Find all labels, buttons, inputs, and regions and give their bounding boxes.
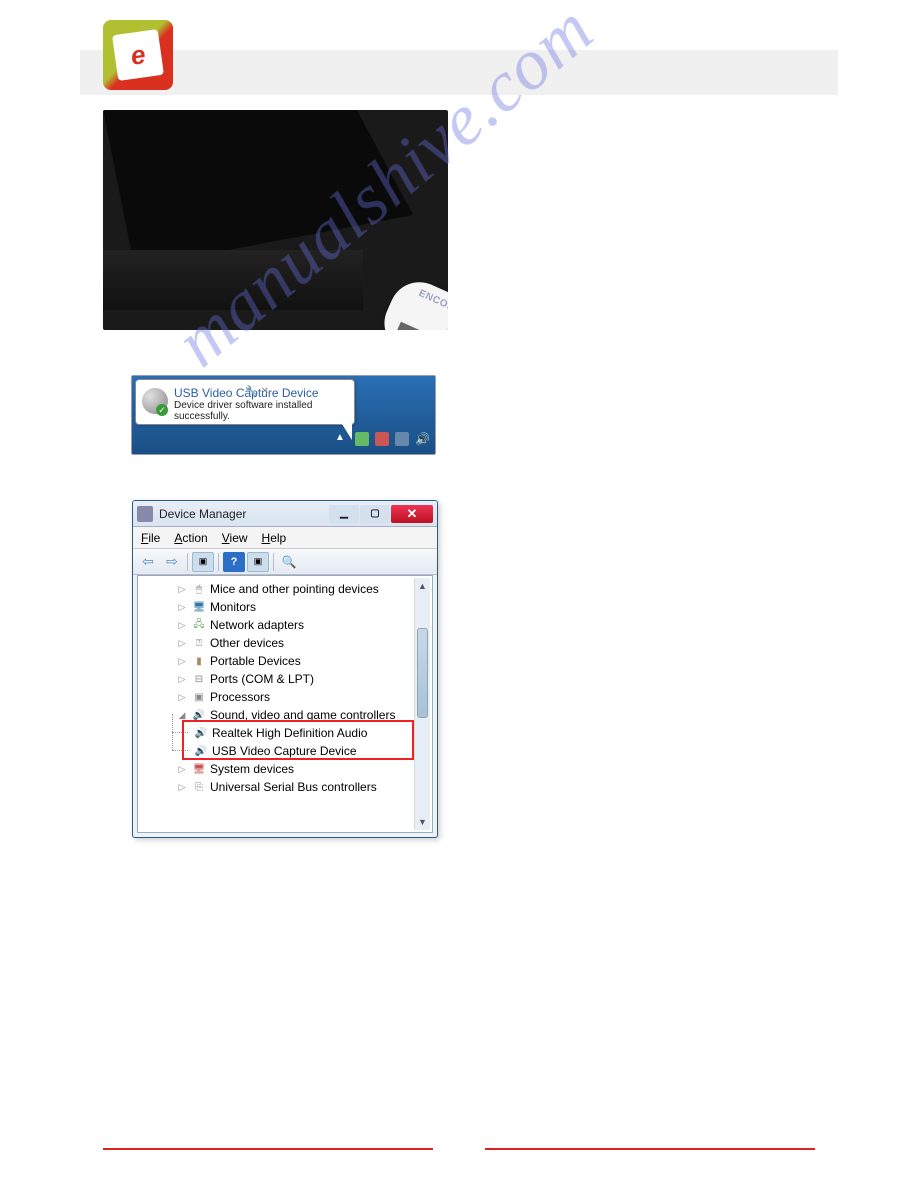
volume-icon: 🔊 [415,432,429,446]
window-titlebar: Device Manager ▁ ▢ ✕ [133,501,437,527]
header-band [80,50,838,95]
usb-brand-label: ENCORE [417,288,448,317]
tree-node-realtek-audio[interactable]: 🔊Realtek High Definition Audio [190,724,430,742]
toolbar-forward-button[interactable]: ⇨ [161,552,183,572]
brand-logo: e [103,20,173,90]
window-close-button[interactable]: ✕ [391,505,433,523]
tree-node-processors[interactable]: ▷▣Processors [176,688,430,706]
device-manager-window: Device Manager ▁ ▢ ✕ File Action View He… [132,500,438,838]
tree-node-monitors[interactable]: ▷🖥Monitors [176,598,430,616]
balloon-subtitle: Device driver software installed success… [174,400,346,422]
window-title: Device Manager [159,507,329,521]
processors-icon: ▣ [191,690,207,704]
window-minimize-button[interactable]: ▁ [329,505,359,523]
device-tree-pane: ▷🖱Mice and other pointing devices ▷🖥Moni… [137,575,433,833]
footer-rule-left [103,1148,433,1150]
toolbar-back-button[interactable]: ⇦ [137,552,159,572]
sound-controllers-icon: 🔊 [191,708,207,722]
menu-help[interactable]: Help [262,531,287,545]
device-manager-icon [137,506,153,522]
update-icon [355,432,369,446]
menu-file[interactable]: File [141,531,160,545]
audio-device-icon: 🔊 [193,744,209,758]
success-check-icon: ✓ [156,404,168,416]
scrollbar-thumb[interactable] [417,628,428,718]
tree-node-other[interactable]: ▷⍰Other devices [176,634,430,652]
menu-action[interactable]: Action [174,531,207,545]
tree-node-usb[interactable]: ▷⎘Universal Serial Bus controllers [176,778,430,796]
tree-node-portable[interactable]: ▷▮Portable Devices [176,652,430,670]
monitor-icon: 🖥 [191,600,207,614]
tree-node-ports[interactable]: ▷⊟Ports (COM & LPT) [176,670,430,688]
toolbar-properties-button[interactable]: ▣ [247,552,269,572]
mouse-icon: 🖱 [191,582,207,596]
photo-laptop-usb: ENCORE [103,110,448,330]
tree-node-mice[interactable]: ▷🖱Mice and other pointing devices [176,580,430,598]
system-devices-icon: 🖥 [191,762,207,776]
toolbar: ⇦ ⇨ ▣ ? ▣ 🔍 [133,549,437,575]
system-tray: ▲ 🔊 [335,427,429,451]
other-devices-icon: ⍰ [191,636,207,650]
tree-node-usb-video-capture[interactable]: 🔊USB Video Capture Device [190,742,430,760]
toolbar-help-button[interactable]: ? [223,552,245,572]
scroll-down-button[interactable]: ▼ [415,814,430,830]
toolbar-console-tree-button[interactable]: ▣ [192,552,214,572]
scrollbar[interactable]: ▲ ▼ [414,578,430,830]
action-center-icon [375,432,389,446]
tree-node-sound[interactable]: ◢🔊Sound, video and game controllers [176,706,430,724]
tray-overflow-icon: ▲ [335,432,349,446]
tree-node-system[interactable]: ▷🖥System devices [176,760,430,778]
tree-node-network[interactable]: ▷🖧Network adapters [176,616,430,634]
screenshot-balloon-notification: ✓ USB Video Capture Device Device driver… [131,375,436,455]
menu-bar: File Action View Help [133,527,437,549]
toolbar-scan-button[interactable]: 🔍 [278,552,300,572]
usb-controllers-icon: ⎘ [191,780,207,794]
ports-icon: ⊟ [191,672,207,686]
brand-logo-glyph: e [112,29,164,81]
portable-devices-icon: ▮ [191,654,207,668]
menu-view[interactable]: View [222,531,248,545]
audio-device-icon: 🔊 [193,726,209,740]
footer-rule-right [485,1148,815,1150]
window-maximize-button[interactable]: ▢ [360,505,390,523]
notification-balloon: ✓ USB Video Capture Device Device driver… [135,379,355,425]
network-icon [395,432,409,446]
balloon-tools: 🔧 ✕ [245,386,269,397]
scroll-up-button[interactable]: ▲ [415,578,430,594]
network-adapter-icon: 🖧 [191,618,207,632]
